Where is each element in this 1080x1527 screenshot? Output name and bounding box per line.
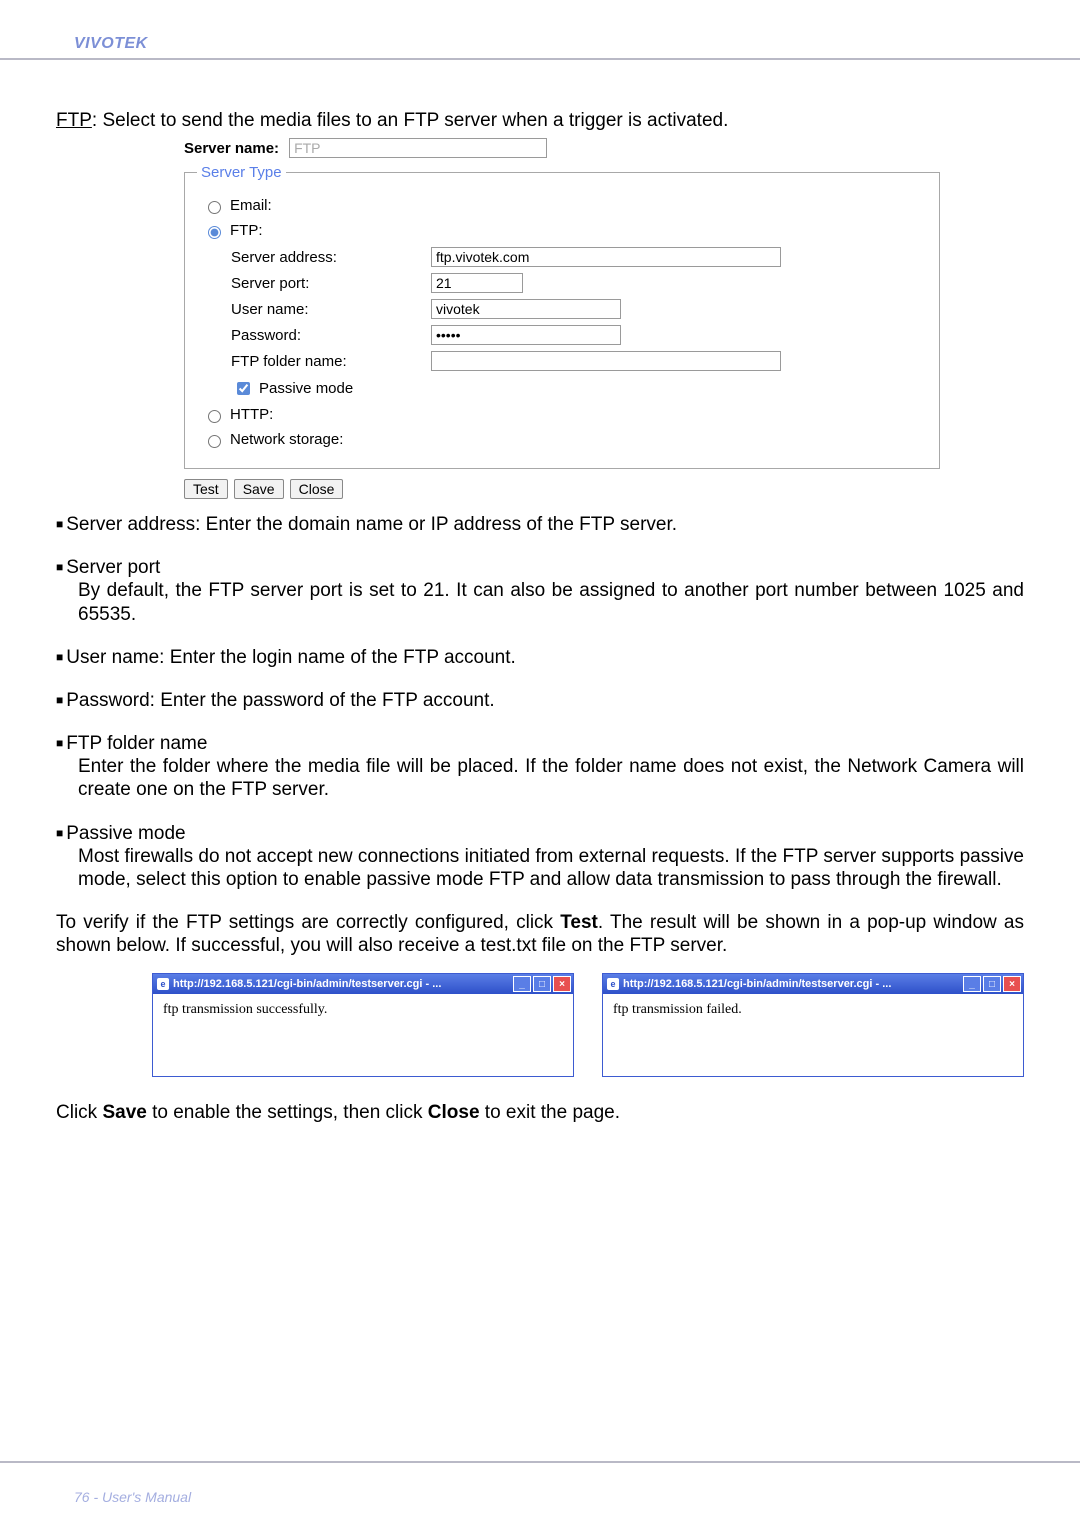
page-header: VIVOTEK [0,0,1080,60]
ftp-port-input[interactable] [431,273,523,293]
bullet-folder: ■FTP folder name Enter the folder where … [56,732,1024,802]
ftp-port-label: Server port: [231,275,431,292]
radio-http-row[interactable]: HTTP: [203,406,927,423]
ftp-folder-label: FTP folder name: [231,353,431,370]
bullet-icon: ■ [56,650,63,664]
test-bold: Test [560,912,598,933]
explanation-section: ■Server address: Enter the domain name o… [56,513,1024,891]
radio-netstorage-label: Network storage: [230,431,343,448]
popup-success-title: http://192.168.5.121/cgi-bin/admin/tests… [173,978,441,990]
radio-email-row[interactable]: Email: [203,197,927,214]
server-type-fieldset: Server Type Email: FTP: Server address: [184,164,940,469]
radio-ftp-row[interactable]: FTP: [203,222,927,239]
ftp-password-input[interactable] [431,325,621,345]
popup-success: e http://192.168.5.121/cgi-bin/admin/tes… [152,973,574,1077]
bullet-passive: ■Passive mode Most firewalls do not acce… [56,822,1024,892]
server-settings-form: Server name: Server Type Email: FTP: Ser… [184,138,944,499]
minimize-icon[interactable]: _ [963,976,981,992]
ftp-password-label: Password: [231,327,431,344]
radio-netstorage-row[interactable]: Network storage: [203,431,927,448]
bullet-icon: ■ [56,736,63,750]
bullet-server-port: ■Server port By default, the FTP server … [56,556,1024,626]
save-button[interactable]: Save [234,479,284,499]
footer-page: 76 [74,1489,90,1505]
server-name-input[interactable] [289,138,547,158]
brand-logo: VIVOTEK [74,35,148,52]
popup-success-body: ftp transmission successfully. [153,994,573,1076]
server-name-label: Server name: [184,140,279,157]
popup-fail-title: http://192.168.5.121/cgi-bin/admin/tests… [623,978,891,990]
passive-mode-checkbox[interactable] [237,382,250,395]
bullet-password: ■Password: Enter the password of the FTP… [56,689,1024,712]
ftp-address-label: Server address: [231,249,431,266]
popup-fail-body: ftp transmission failed. [603,994,1023,1076]
radio-netstorage[interactable] [208,435,221,448]
bullet-icon: ■ [56,517,63,531]
ftp-address-input[interactable] [431,247,781,267]
close-button[interactable]: Close [290,479,344,499]
ie-icon: e [157,978,169,990]
radio-email-label: Email: [230,197,272,214]
footer-title: User's Manual [102,1489,191,1505]
test-button[interactable]: Test [184,479,228,499]
closing-paragraph: Click Save to enable the settings, then … [56,1101,1024,1124]
popup-fail-titlebar: e http://192.168.5.121/cgi-bin/admin/tes… [603,974,1023,994]
passive-mode-row[interactable]: Passive mode [233,379,927,398]
minimize-icon[interactable]: _ [513,976,531,992]
ftp-username-label: User name: [231,301,431,318]
popup-fail: e http://192.168.5.121/cgi-bin/admin/tes… [602,973,1024,1077]
close-icon[interactable]: × [553,976,571,992]
intro-text: FTP: Select to send the media files to a… [56,110,1024,132]
ftp-folder-input[interactable] [431,351,781,371]
passive-mode-label: Passive mode [259,380,353,397]
page-footer: 76 - User's Manual [0,1461,1080,1527]
bullet-user-name: ■User name: Enter the login name of the … [56,646,1024,669]
save-bold: Save [102,1102,146,1123]
maximize-icon[interactable]: □ [983,976,1001,992]
radio-ftp-label: FTP: [230,222,263,239]
ftp-underlined-label: FTP [56,110,92,131]
radio-ftp[interactable] [208,226,221,239]
bullet-server-address: ■Server address: Enter the domain name o… [56,513,1024,536]
radio-email[interactable] [208,201,221,214]
maximize-icon[interactable]: □ [533,976,551,992]
ftp-details: Server address: Server port: User name: … [231,247,927,398]
ie-icon: e [607,978,619,990]
close-bold: Close [428,1102,480,1123]
radio-http[interactable] [208,410,221,423]
bullet-icon: ■ [56,560,63,574]
popup-success-titlebar: e http://192.168.5.121/cgi-bin/admin/tes… [153,974,573,994]
server-type-legend: Server Type [197,164,286,181]
ftp-username-input[interactable] [431,299,621,319]
form-button-row: Test Save Close [184,479,944,499]
intro-tail: : Select to send the media files to an F… [92,110,728,131]
bullet-icon: ■ [56,693,63,707]
verify-paragraph: To verify if the FTP settings are correc… [56,911,1024,957]
popup-examples: e http://192.168.5.121/cgi-bin/admin/tes… [152,973,1024,1077]
close-icon[interactable]: × [1003,976,1021,992]
bullet-icon: ■ [56,826,63,840]
radio-http-label: HTTP: [230,406,273,423]
